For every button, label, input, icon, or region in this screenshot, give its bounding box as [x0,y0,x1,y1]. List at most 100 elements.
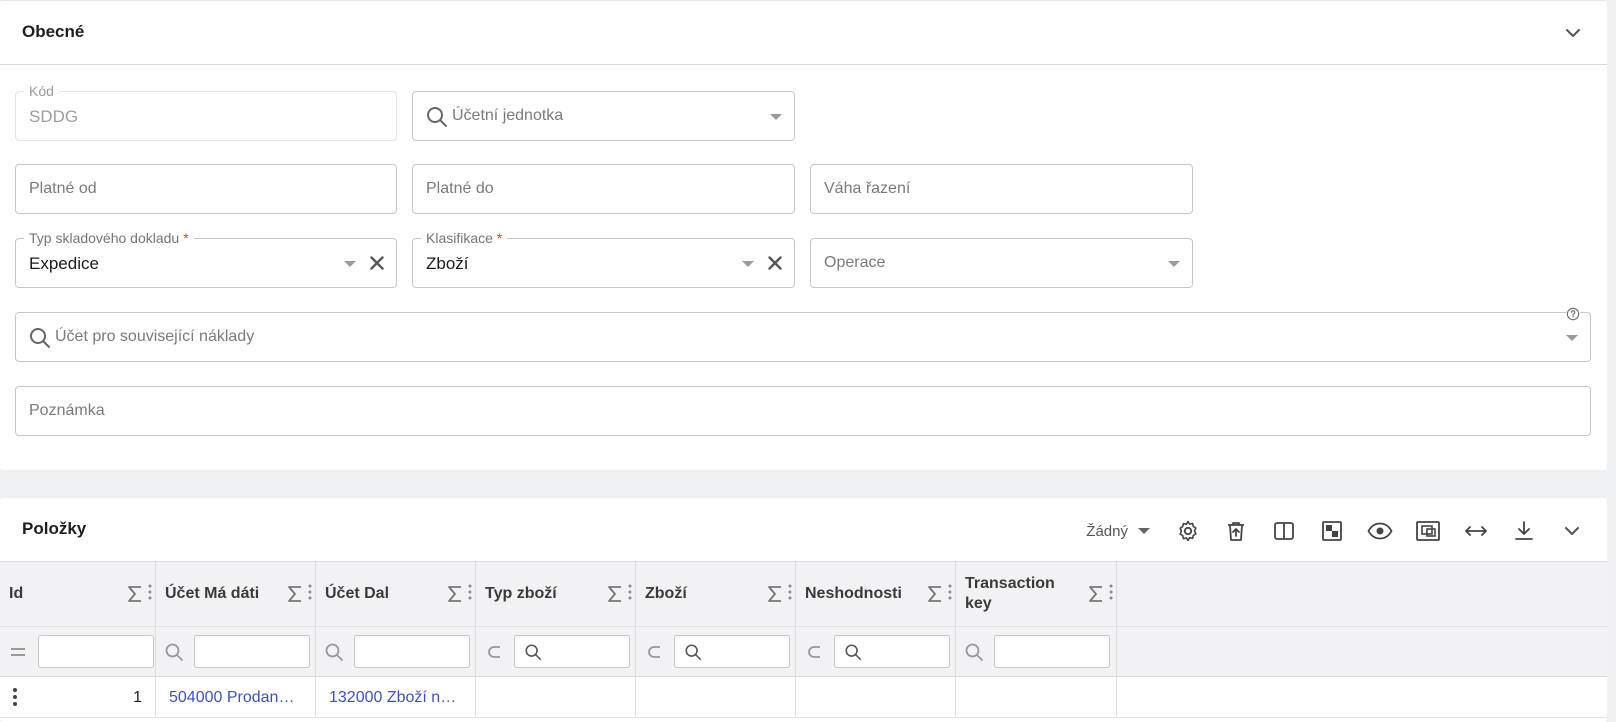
sigma-icon[interactable] [767,584,783,604]
related-costs-account-field[interactable]: Účet pro související náklady [15,307,1591,362]
dropdown-caret-icon[interactable] [1566,335,1578,341]
subset-icon[interactable] [644,642,664,662]
sigma-icon[interactable] [127,584,143,604]
pattern-button[interactable] [1319,518,1345,544]
eye-icon [1367,522,1393,540]
note-field[interactable]: Poznámka [15,386,1591,436]
help-icon[interactable] [1566,307,1580,321]
cell-credit-account: 132000 Zboží na skladě [316,677,476,717]
preview-button[interactable] [1367,518,1393,544]
column-menu-icon[interactable] [1109,584,1113,600]
download-button[interactable] [1511,518,1537,544]
items-panel-title: Položky [22,519,87,538]
column-header-id[interactable]: Id [0,562,156,626]
operation-placeholder: Operace [824,254,886,271]
sort-weight-field[interactable]: Váha řazení [810,164,1193,214]
collapse-items-button[interactable] [1559,518,1585,544]
column-menu-icon[interactable] [948,584,952,600]
valid-to-placeholder: Platné do [426,180,494,197]
filter-cell-discrepancies [796,627,956,676]
delete-button[interactable] [1223,518,1249,544]
equals-icon[interactable] [8,642,28,662]
collapse-general-button[interactable] [1561,21,1585,45]
clear-icon[interactable] [366,252,388,274]
sigma-icon[interactable] [287,584,303,604]
cell-discrepancies [796,677,956,717]
cell-goods [636,677,796,717]
sigma-icon[interactable] [447,584,463,604]
accounting-unit-field[interactable]: Účetní jednotka [412,91,795,141]
filter-input[interactable] [38,635,154,668]
dropdown-caret-icon[interactable] [742,261,754,267]
horizontal-resize-button[interactable] [1463,518,1489,544]
classification-select[interactable]: Klasifikace * Zboží [412,229,795,288]
operation-select[interactable]: Operace [810,238,1193,288]
split-view-icon [1274,522,1294,540]
chevron-down-icon [1565,527,1579,535]
column-menu-icon[interactable] [308,584,312,600]
dropdown-caret-icon[interactable] [1168,261,1180,267]
fit-screen-button[interactable] [1415,518,1441,544]
filter-input[interactable] [994,635,1110,668]
column-header-transaction-key[interactable]: Transaction key [956,562,1117,626]
column-menu-icon[interactable] [628,584,632,600]
delete-icon [1228,522,1244,541]
subset-icon[interactable] [804,642,824,662]
column-header-debit-account[interactable]: Účet Má dáti [156,562,316,626]
filter-cell-transaction-key [956,627,1117,676]
clear-icon[interactable] [764,252,786,274]
column-title: Typ zboží [485,585,557,602]
search-icon[interactable] [324,642,344,662]
column-header-credit-account[interactable]: Účet Dal [316,562,476,626]
row-menu-icon[interactable] [12,687,18,707]
column-menu-icon[interactable] [148,584,152,600]
fit-screen-icon [1416,521,1440,541]
search-icon [525,644,542,661]
sigma-icon[interactable] [1088,584,1104,604]
general-panel-title: Obecné [22,22,85,41]
valid-to-field[interactable]: Platné do [412,164,795,214]
column-header-discrepancies[interactable]: Neshodnosti [796,562,956,626]
code-field: Kód SDDG [15,82,397,141]
column-header-goods-type[interactable]: Typ zboží [476,562,636,626]
filter-input[interactable] [514,635,630,668]
column-header-goods[interactable]: Zboží [636,562,796,626]
download-icon [1515,521,1533,540]
search-icon[interactable] [964,642,984,662]
column-title: Zboží [645,585,687,602]
filter-input[interactable] [674,635,790,668]
general-panel-header[interactable]: Obecné [0,1,1607,65]
code-value: SDDG [29,107,79,126]
grid-header-row: Id Účet Má dáti Účet Dal Typ zboží Zboží [0,561,1607,627]
subset-icon[interactable] [484,642,504,662]
table-row[interactable]: 1 504000 Prodané zboží 132000 Zboží na s… [0,677,1607,718]
filter-input[interactable] [354,635,470,668]
filter-input[interactable] [194,635,310,668]
filter-input[interactable] [834,635,950,668]
filter-cell-credit-account [316,627,476,676]
row-id: 1 [133,689,142,706]
doc-type-select[interactable]: Typ skladového dokladu * Expedice [15,229,397,288]
dropdown-caret-icon[interactable] [770,114,782,120]
search-icon [685,644,702,661]
sigma-icon[interactable] [607,584,623,604]
search-icon [30,328,50,348]
filter-cell-debit-account [156,627,316,676]
cell-debit-account: 504000 Prodané zboží [156,677,316,717]
related-costs-account-placeholder: Účet pro související náklady [55,328,255,345]
sigma-icon[interactable] [927,584,943,604]
settings-button[interactable] [1175,518,1201,544]
dropdown-caret-icon[interactable] [344,261,356,267]
column-menu-icon[interactable] [468,584,472,600]
column-title: Účet Dal [325,585,390,602]
debit-account-link[interactable]: 504000 Prodané zboží [169,689,299,707]
split-view-button[interactable] [1271,518,1297,544]
search-icon[interactable] [164,642,184,662]
view-select[interactable]: Žádný [1086,523,1150,540]
horizontal-resize-icon [1465,526,1487,536]
valid-from-field[interactable]: Platné od [15,164,397,214]
credit-account-link[interactable]: 132000 Zboží na skladě [329,689,459,707]
column-title: Id [9,585,24,602]
column-menu-icon[interactable] [788,584,792,600]
column-title: Účet Má dáti [165,585,260,602]
